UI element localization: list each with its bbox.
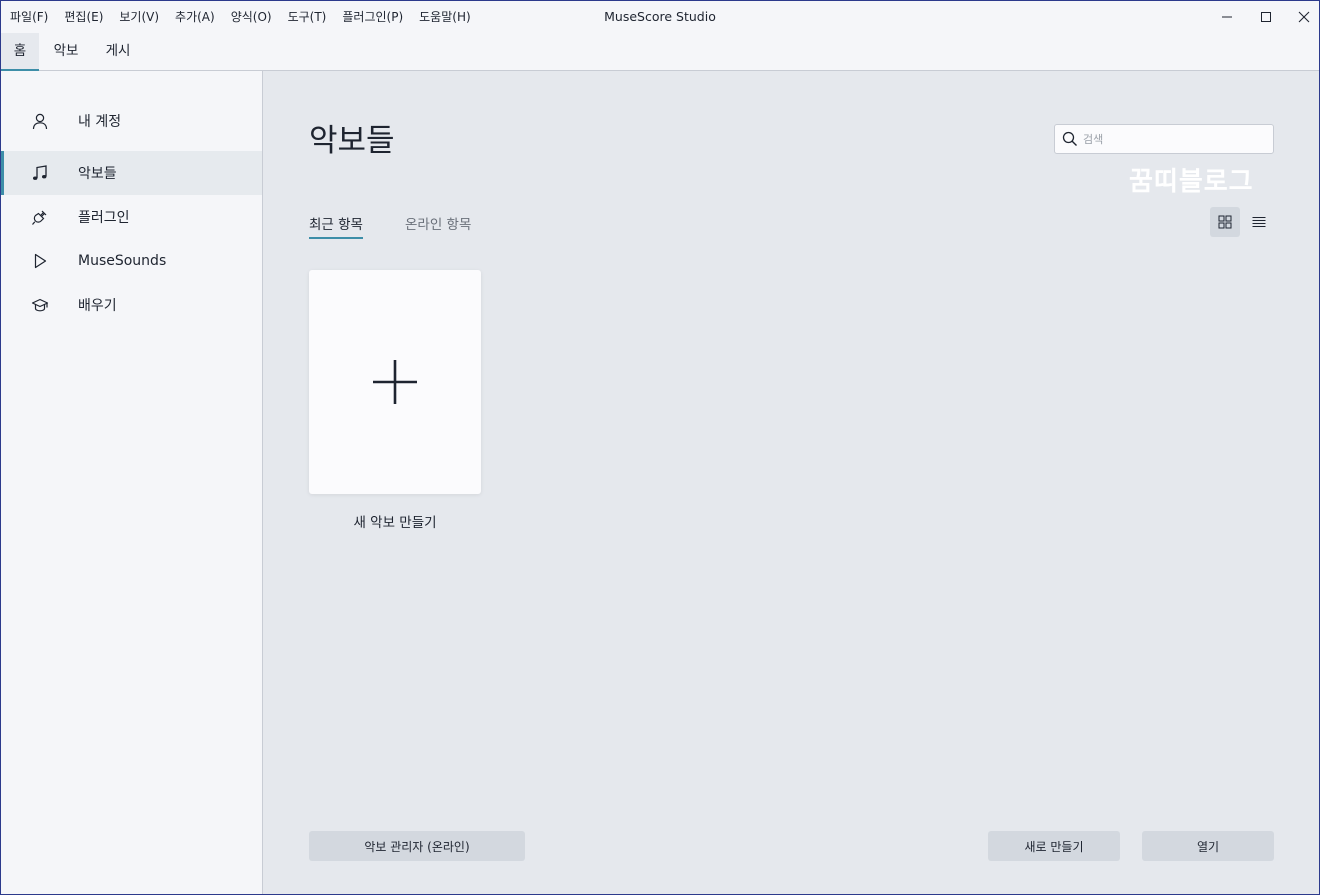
main-content: 악보들 꿈띠블로그 최근 항목 온라인 항목 새 악보 만들기 악보 관리자 (… — [263, 71, 1319, 894]
tab-online[interactable]: 온라인 항목 — [405, 213, 471, 239]
sidebar-item-account[interactable]: 내 계정 — [1, 99, 262, 143]
account-icon — [30, 111, 50, 131]
new-score-card[interactable] — [309, 270, 481, 494]
search-input[interactable] — [1083, 125, 1269, 153]
page-title: 악보들 — [309, 123, 395, 159]
minimize-button[interactable] — [1208, 1, 1246, 33]
play-icon — [30, 251, 50, 271]
menu-plugins[interactable]: 플러그인(P) — [334, 5, 411, 29]
new-score-label: 새 악보 만들기 — [353, 515, 437, 531]
search-box[interactable] — [1054, 124, 1274, 154]
menu-edit[interactable]: 편집(E) — [56, 5, 111, 29]
graduation-cap-icon — [30, 295, 50, 315]
list-view-button[interactable] — [1244, 207, 1274, 237]
menu-add[interactable]: 추가(A) — [167, 5, 223, 29]
sidebar-item-label: MuseSounds — [78, 253, 167, 269]
sidebar-item-plugins[interactable]: 플러그인 — [1, 195, 262, 239]
tab-publish[interactable]: 게시 — [97, 33, 139, 70]
menu-view[interactable]: 보기(V) — [111, 5, 167, 29]
menu-bar: 파일(F) 편집(E) 보기(V) 추가(A) 양식(O) 도구(T) 플러그인… — [1, 1, 479, 33]
sidebar-item-scores[interactable]: 악보들 — [1, 151, 262, 195]
menu-help[interactable]: 도움말(H) — [411, 5, 479, 29]
open-button[interactable]: 열기 — [1142, 831, 1274, 861]
grid-view-button[interactable] — [1210, 207, 1240, 237]
close-icon — [1298, 11, 1310, 23]
sidebar-item-musesounds[interactable]: MuseSounds — [1, 239, 262, 283]
menu-tools[interactable]: 도구(T) — [280, 5, 335, 29]
app-window: 파일(F) 편집(E) 보기(V) 추가(A) 양식(O) 도구(T) 플러그인… — [0, 0, 1320, 895]
music-note-icon — [30, 163, 50, 183]
sidebar: 내 계정 악보들 플러그인 MuseSounds 배우기 — [1, 71, 263, 894]
sidebar-item-label: 내 계정 — [78, 114, 122, 130]
tab-home[interactable]: 홈 — [1, 33, 39, 71]
sidebar-item-learn[interactable]: 배우기 — [1, 283, 262, 327]
menu-file[interactable]: 파일(F) — [2, 5, 56, 29]
minimize-icon — [1222, 16, 1232, 18]
tab-recent[interactable]: 최근 항목 — [309, 213, 363, 239]
menu-format[interactable]: 양식(O) — [223, 5, 280, 29]
sidebar-item-label: 악보들 — [78, 166, 117, 182]
top-tab-bar: 홈 악보 게시 — [1, 33, 1319, 71]
maximize-button[interactable] — [1247, 1, 1285, 33]
new-button[interactable]: 새로 만들기 — [988, 831, 1120, 861]
close-button[interactable] — [1285, 1, 1319, 33]
title-bar: 파일(F) 편집(E) 보기(V) 추가(A) 양식(O) 도구(T) 플러그인… — [1, 1, 1319, 33]
watermark: 꿈띠블로그 — [1129, 167, 1254, 197]
score-manager-button[interactable]: 악보 관리자 (온라인) — [309, 831, 525, 861]
sidebar-item-label: 플러그인 — [78, 210, 130, 226]
plugin-icon — [30, 207, 50, 227]
grid-view-icon — [1218, 215, 1232, 229]
search-icon — [1062, 131, 1077, 146]
plus-icon — [373, 360, 417, 404]
list-view-icon — [1252, 217, 1266, 227]
tab-score[interactable]: 악보 — [45, 33, 87, 70]
maximize-icon — [1261, 12, 1271, 22]
sidebar-item-label: 배우기 — [78, 298, 117, 314]
